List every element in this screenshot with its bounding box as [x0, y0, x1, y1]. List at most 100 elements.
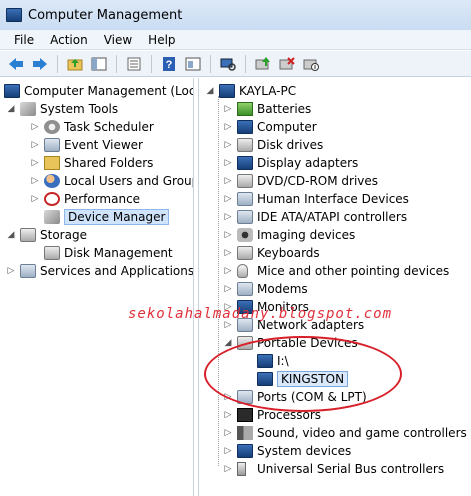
tree-item-portable-devices[interactable]: ◢ Portable Devices [223, 334, 358, 352]
tree-item-label: IDE ATA/ATAPI controllers [257, 210, 408, 224]
tree-item-batteries[interactable]: ▷ Batteries [223, 100, 311, 118]
expand-arrow-icon[interactable]: ▷ [223, 140, 233, 150]
tree-item-disk-drives[interactable]: ▷ Disk drives [223, 136, 323, 154]
speaker-icon [237, 426, 253, 440]
ide-controller-icon [237, 210, 253, 224]
tree-item-computer-management[interactable]: Computer Management (Local [4, 82, 193, 100]
expand-arrow-icon[interactable]: ▷ [223, 122, 233, 132]
update-driver-button[interactable] [253, 54, 273, 74]
expand-arrow-icon[interactable]: ▷ [223, 104, 233, 114]
tree-item-shared-folders[interactable]: ▷ Shared Folders [30, 154, 153, 172]
expand-arrow-icon[interactable]: ▷ [223, 230, 233, 240]
tree-item-computer-root[interactable]: ◢ KAYLA-PC [205, 82, 296, 100]
device-tree-pane[interactable]: ◢ KAYLA-PC ▷ Batteries ▷ Computer ▷ Disk… [198, 78, 471, 496]
collapse-arrow-icon[interactable]: ◢ [223, 338, 233, 348]
services-applications-icon [20, 264, 36, 278]
help-button[interactable]: ? [159, 54, 179, 74]
tree-item-label: Mice and other pointing devices [257, 264, 450, 278]
hid-icon [237, 192, 253, 206]
tree-item-display-adapters[interactable]: ▷ Display adapters [223, 154, 358, 172]
expand-arrow-icon[interactable]: ▷ [223, 392, 233, 402]
tree-item-system-tools[interactable]: ◢ System Tools [6, 100, 118, 118]
tree-item-ports[interactable]: ▷ Ports (COM & LPT) [223, 388, 367, 406]
expand-arrow-icon[interactable]: ▷ [6, 266, 16, 276]
tree-item-label: Computer [257, 120, 317, 134]
properties-icon [185, 57, 201, 70]
up-button[interactable] [65, 54, 85, 74]
tree-item-kingston[interactable]: KINGSTON [257, 370, 349, 388]
tree-item-performance[interactable]: ▷ Performance [30, 190, 140, 208]
expand-arrow-icon[interactable]: ▷ [223, 428, 233, 438]
tree-item-computer[interactable]: ▷ Computer [223, 118, 317, 136]
menu-help[interactable]: Help [140, 33, 183, 47]
storage-icon [20, 228, 36, 242]
tree-item-dvd-cd-rom[interactable]: ▷ DVD/CD-ROM drives [223, 172, 378, 190]
menu-action[interactable]: Action [42, 33, 96, 47]
tree-item-label: Storage [40, 228, 87, 242]
tree-item-mice[interactable]: ▷ Mice and other pointing devices [223, 262, 449, 280]
tree-item-processors[interactable]: ▷ Processors [223, 406, 321, 424]
event-viewer-icon [44, 138, 60, 152]
expand-arrow-icon[interactable]: ▷ [223, 266, 233, 276]
expand-arrow-icon[interactable]: ▷ [223, 176, 233, 186]
tree-item-hid[interactable]: ▷ Human Interface Devices [223, 190, 409, 208]
battery-icon [237, 102, 253, 116]
menu-bar: File Action View Help [0, 30, 471, 50]
disk-drive-icon [237, 138, 253, 152]
tree-item-services-applications[interactable]: ▷ Services and Applications [6, 262, 194, 280]
menu-view[interactable]: View [96, 33, 140, 47]
collapse-arrow-icon[interactable]: ◢ [6, 230, 16, 240]
expand-arrow-icon[interactable]: ▷ [30, 140, 40, 150]
expand-arrow-icon[interactable]: ▷ [223, 446, 233, 456]
tree-item-label: Task Scheduler [64, 120, 154, 134]
expand-arrow-icon[interactable]: ▷ [223, 194, 233, 204]
expand-arrow-icon[interactable]: ▷ [223, 284, 233, 294]
tree-item-local-users-groups[interactable]: ▷ Local Users and Groups [30, 172, 193, 190]
forward-button[interactable] [30, 54, 50, 74]
tree-item-task-scheduler[interactable]: ▷ Task Scheduler [30, 118, 154, 136]
tree-item-storage[interactable]: ◢ Storage [6, 226, 87, 244]
back-button[interactable] [6, 54, 26, 74]
tree-item-label: Imaging devices [257, 228, 356, 242]
uninstall-button[interactable] [277, 54, 297, 74]
tree-item-sound-video-game[interactable]: ▷ Sound, video and game controllers [223, 424, 467, 442]
collapse-arrow-icon[interactable]: ◢ [6, 104, 16, 114]
svg-text:?: ? [166, 59, 173, 71]
tree-item-label: Ports (COM & LPT) [257, 390, 367, 404]
tree-item-label: Event Viewer [64, 138, 143, 152]
tree-item-device-manager[interactable]: Device Manager [44, 208, 170, 226]
expand-arrow-icon[interactable]: ▷ [30, 194, 40, 204]
tree-item-system-devices[interactable]: ▷ System devices [223, 442, 351, 460]
properties-button[interactable] [183, 54, 203, 74]
expand-arrow-icon[interactable]: ▷ [223, 464, 233, 474]
tree-item-imaging-devices[interactable]: ▷ Imaging devices [223, 226, 355, 244]
usb-icon [237, 462, 246, 476]
tree-item-label: Device Manager [64, 209, 170, 225]
tree-item-modems[interactable]: ▷ Modems [223, 280, 308, 298]
tree-item-portable-i-drive[interactable]: I:\ [257, 352, 289, 370]
disable-button[interactable] [301, 54, 321, 74]
tree-item-event-viewer[interactable]: ▷ Event Viewer [30, 136, 143, 154]
expand-arrow-icon[interactable]: ▷ [223, 158, 233, 168]
console-tree-pane[interactable]: Computer Management (Local ◢ System Tool… [0, 78, 194, 496]
tree-item-ide-controllers[interactable]: ▷ IDE ATA/ATAPI controllers [223, 208, 407, 226]
expand-arrow-icon[interactable]: ▷ [223, 212, 233, 222]
show-hide-tree-button[interactable] [89, 54, 109, 74]
computer-management-icon [4, 84, 20, 98]
system-tools-icon [20, 102, 36, 116]
menu-file[interactable]: File [6, 33, 42, 47]
expand-arrow-icon[interactable]: ▷ [30, 122, 40, 132]
collapse-arrow-icon[interactable]: ◢ [205, 86, 215, 96]
scan-hardware-button[interactable] [218, 54, 238, 74]
tree-item-label: Services and Applications [40, 264, 194, 278]
tree-item-keyboards[interactable]: ▷ Keyboards [223, 244, 320, 262]
update-driver-icon [255, 56, 270, 69]
expand-arrow-icon[interactable]: ▷ [30, 158, 40, 168]
tree-item-disk-management[interactable]: Disk Management [44, 244, 173, 262]
expand-arrow-icon[interactable]: ▷ [223, 410, 233, 420]
expand-arrow-icon[interactable]: ▷ [223, 248, 233, 258]
expand-arrow-icon[interactable]: ▷ [30, 176, 40, 186]
portable-device-icon [237, 336, 253, 350]
export-list-button[interactable] [124, 54, 144, 74]
tree-item-usb-controllers[interactable]: ▷ Universal Serial Bus controllers [223, 460, 444, 478]
